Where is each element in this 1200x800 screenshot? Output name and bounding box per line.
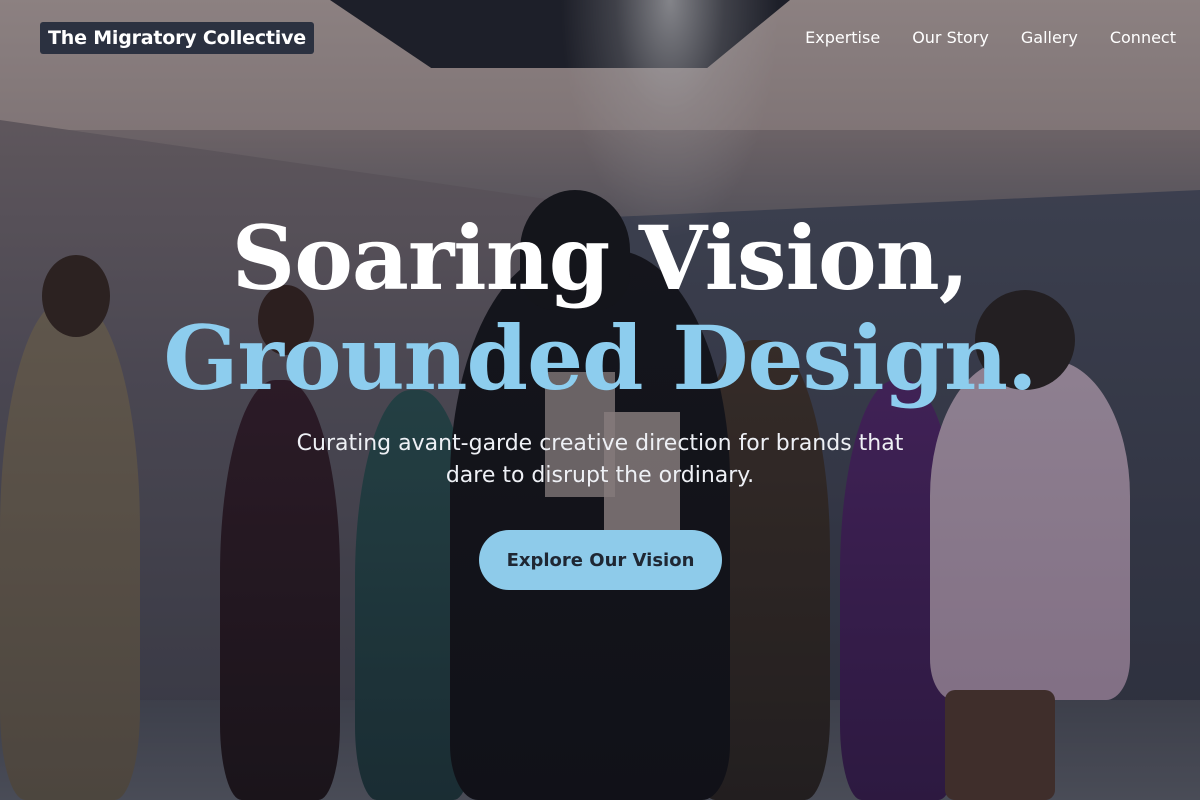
explore-vision-button[interactable]: Explore Our Vision bbox=[479, 530, 722, 590]
nav-link-our-story[interactable]: Our Story bbox=[912, 28, 989, 48]
brand-logo[interactable]: The Migratory Collective bbox=[40, 22, 314, 54]
nav-link-connect[interactable]: Connect bbox=[1110, 28, 1176, 48]
hero-headline: Soaring Vision, Grounded Design. bbox=[0, 208, 1200, 408]
hero-subtitle: Curating avant-garde creative direction … bbox=[296, 431, 904, 488]
nav-link-expertise[interactable]: Expertise bbox=[805, 28, 880, 48]
hero-section: The Migratory Collective Expertise Our S… bbox=[0, 0, 1200, 800]
main-nav: Expertise Our Story Gallery Connect bbox=[805, 28, 1176, 48]
hero-headline-line1: Soaring Vision, bbox=[231, 206, 970, 310]
nav-link-gallery[interactable]: Gallery bbox=[1021, 28, 1078, 48]
hero-headline-line2: Grounded Design. bbox=[163, 306, 1037, 410]
